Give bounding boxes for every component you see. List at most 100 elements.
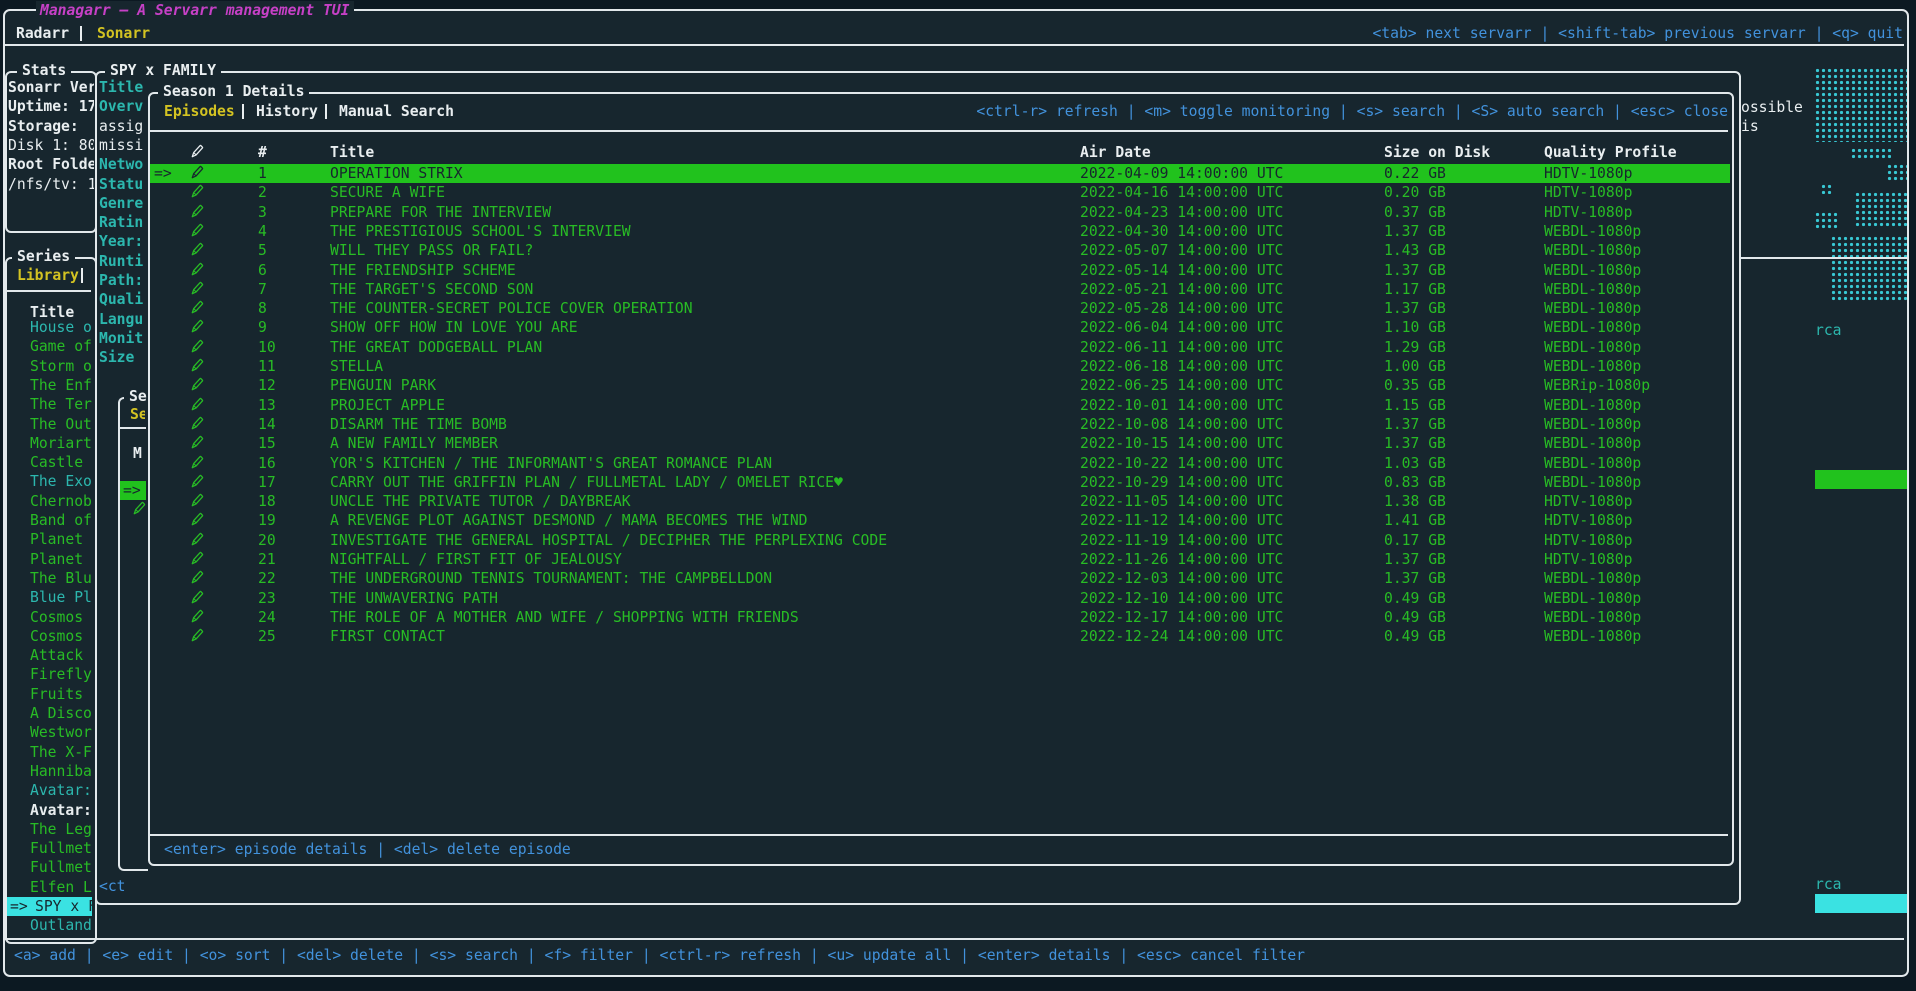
episode-title: CARRY OUT THE GRIFFIN PLAN / FULLMETAL L… [330,473,843,492]
episode-air-date: 2022-06-04 14:00:00 UTC [1080,318,1283,337]
episode-row[interactable]: 19A REVENGE PLOT AGAINST DESMOND / MAMA … [150,511,1730,530]
episode-row[interactable]: 23THE UNWAVERING PATH2022-12-10 14:00:00… [150,589,1730,608]
episode-row[interactable]: 25FIRST CONTACT2022-12-24 14:00:00 UTC0.… [150,627,1730,646]
series-field-label: Size [99,348,145,367]
episode-number: 15 [258,434,276,453]
series-list-item[interactable]: Firefly [30,665,92,684]
episode-row[interactable]: 11STELLA2022-06-18 14:00:00 UTC1.00 GBWE… [150,357,1730,376]
series-list-item[interactable]: The X-F [30,743,92,762]
episode-title: WILL THEY PASS OR FAIL? [330,241,533,260]
episode-size: 1.37 GB [1384,569,1446,588]
series-list-item[interactable]: The Ter [30,395,92,414]
episode-row[interactable]: 13PROJECT APPLE2022-10-01 14:00:00 UTC1.… [150,396,1730,415]
episode-air-date: 2022-06-25 14:00:00 UTC [1080,376,1283,395]
series-list-item[interactable]: Elfen L [30,878,92,897]
series-selected-row[interactable]: =>SPY x F [7,897,92,916]
series-list-item[interactable]: Planet [30,550,92,569]
episode-size: 1.38 GB [1384,492,1446,511]
episode-title: YOR'S KITCHEN / THE INFORMANT'S GREAT RO… [330,454,772,473]
series-list-item[interactable]: Cosmos [30,608,92,627]
series-list-item[interactable]: Fullmet [30,839,92,858]
tab-history[interactable]: History [256,102,318,121]
episode-quality: HDTV-1080p [1544,531,1632,550]
series-list-item[interactable]: Castle [30,453,92,472]
episode-row[interactable]: 16YOR'S KITCHEN / THE INFORMANT'S GREAT … [150,454,1730,473]
episode-row[interactable]: 9SHOW OFF HOW IN LOVE YOU ARE2022-06-04 … [150,318,1730,337]
episode-row[interactable]: 22THE UNDERGROUND TENNIS TOURNAMENT: THE… [150,569,1730,588]
episode-quality: WEBRip-1080p [1544,376,1650,395]
tab-manual-search[interactable]: Manual Search [339,102,454,121]
episode-quality: WEBDL-1080p [1544,222,1641,241]
series-list-item[interactable]: Planet [30,530,92,549]
episode-row[interactable]: 2SECURE A WIFE2022-04-16 14:00:00 UTC0.2… [150,183,1730,202]
episode-row[interactable]: 3PREPARE FOR THE INTERVIEW2022-04-23 14:… [150,203,1730,222]
tab-sonarr[interactable]: Sonarr [97,24,150,43]
episode-air-date: 2022-06-18 14:00:00 UTC [1080,357,1283,376]
series-list-item[interactable]: Attack [30,646,92,665]
series-list-item[interactable]: A Disco [30,704,92,723]
series-list-item[interactable]: Band of [30,511,92,530]
series-list-item[interactable]: House o [30,318,92,337]
poster-art-dots [1887,164,1907,182]
series-list-item[interactable]: Game of [30,337,92,356]
episode-row[interactable]: 18UNCLE THE PRIVATE TUTOR / DAYBREAK2022… [150,492,1730,511]
seasons-selected-row-fragment[interactable]: => [120,481,146,500]
episode-row[interactable]: 8THE COUNTER-SECRET POLICE COVER OPERATI… [150,299,1730,318]
episode-row[interactable]: 7THE TARGET'S SECOND SON2022-05-21 14:00… [150,280,1730,299]
background-text-fragment: rca [1815,321,1842,340]
series-list-item[interactable]: Cosmos [30,627,92,646]
episode-row[interactable]: 24THE ROLE OF A MOTHER AND WIFE / SHOPPI… [150,608,1730,627]
tab-library[interactable]: Library [17,266,79,285]
series-list-item[interactable]: Storm o [30,357,92,376]
series-list-item[interactable]: Avatar: [30,801,92,820]
poster-art [1815,68,1907,304]
episode-row[interactable]: 15A NEW FAMILY MEMBER2022-10-15 14:00:00… [150,434,1730,453]
series-list-item[interactable]: Fruits [30,685,92,704]
episode-air-date: 2022-12-24 14:00:00 UTC [1080,627,1283,646]
series-list-item[interactable]: Hanniba [30,762,92,781]
episode-row[interactable]: 17 CARRY OUT THE GRIFFIN PLAN / FULLMETAL… [150,473,1730,492]
season-details-title: Season 1 Details [158,82,309,101]
tab-radarr[interactable]: Radarr [16,24,69,43]
episode-row[interactable]: 21NIGHTFALL / FIRST FIT OF JEALOUSY2022-… [150,550,1730,569]
bottom-help-bar: <a> add | <e> edit | <o> sort | <del> de… [14,946,1305,965]
series-list-item[interactable]: The Out [30,415,92,434]
episode-quality: WEBDL-1080p [1544,338,1641,357]
tab-episodes[interactable]: Episodes [164,102,235,121]
episode-row[interactable]: 20INVESTIGATE THE GENERAL HOSPITAL / DEC… [150,531,1730,550]
series-list-item[interactable]: The Enf [30,376,92,395]
episode-number: 17 [258,473,276,492]
episode-quality: HDTV-1080p [1544,550,1632,569]
episode-size: 1.37 GB [1384,415,1446,434]
episode-row[interactable]: =>1OPERATION STRIX2022-04-09 14:00:00 UT… [150,164,1730,183]
episode-number: 11 [258,357,276,376]
series-list-item[interactable]: Chernob [30,492,92,511]
episode-number: 7 [258,280,267,299]
episode-row[interactable]: 10THE GREAT DODGEBALL PLAN2022-06-11 14:… [150,338,1730,357]
episode-table-header: #TitleAir DateSize on DiskQuality Profil… [150,143,1730,162]
stats-line: Sonarr Ver [8,78,94,97]
series-field-label: Genre [99,194,145,213]
poster-art-dots [1855,192,1907,228]
episode-title: PREPARE FOR THE INTERVIEW [330,203,551,222]
series-list-item[interactable]: Moriart [30,434,92,453]
episode-air-date: 2022-12-10 14:00:00 UTC [1080,589,1283,608]
episode-air-date: 2022-11-05 14:00:00 UTC [1080,492,1283,511]
episode-air-date: 2022-12-17 14:00:00 UTC [1080,608,1283,627]
episode-quality: WEBDL-1080p [1544,608,1641,627]
series-list-item[interactable]: Avatar: [30,781,92,800]
series-list-item[interactable]: Fullmet [30,858,92,877]
series-list-item[interactable]: The Leg [30,820,92,839]
app-title: Managarr — A Servarr management TUI [36,1,354,20]
series-list-item[interactable]: The Exo [30,472,92,491]
episode-air-date: 2022-05-14 14:00:00 UTC [1080,261,1283,280]
episode-row[interactable]: 14DISARM THE TIME BOMB2022-10-08 14:00:0… [150,415,1730,434]
series-list-item[interactable]: Westwor [30,723,92,742]
episode-row[interactable]: 4THE PRESTIGIOUS SCHOOL'S INTERVIEW2022-… [150,222,1730,241]
series-list-item[interactable]: Outland [30,916,92,935]
episode-row[interactable]: 12PENGUIN PARK2022-06-25 14:00:00 UTC0.3… [150,376,1730,395]
episode-row[interactable]: 5WILL THEY PASS OR FAIL?2022-05-07 14:00… [150,241,1730,260]
episode-row[interactable]: 6THE FRIENDSHIP SCHEME2022-05-14 14:00:0… [150,261,1730,280]
series-list-item[interactable]: Blue Pl [30,588,92,607]
series-list-item[interactable]: The Blu [30,569,92,588]
